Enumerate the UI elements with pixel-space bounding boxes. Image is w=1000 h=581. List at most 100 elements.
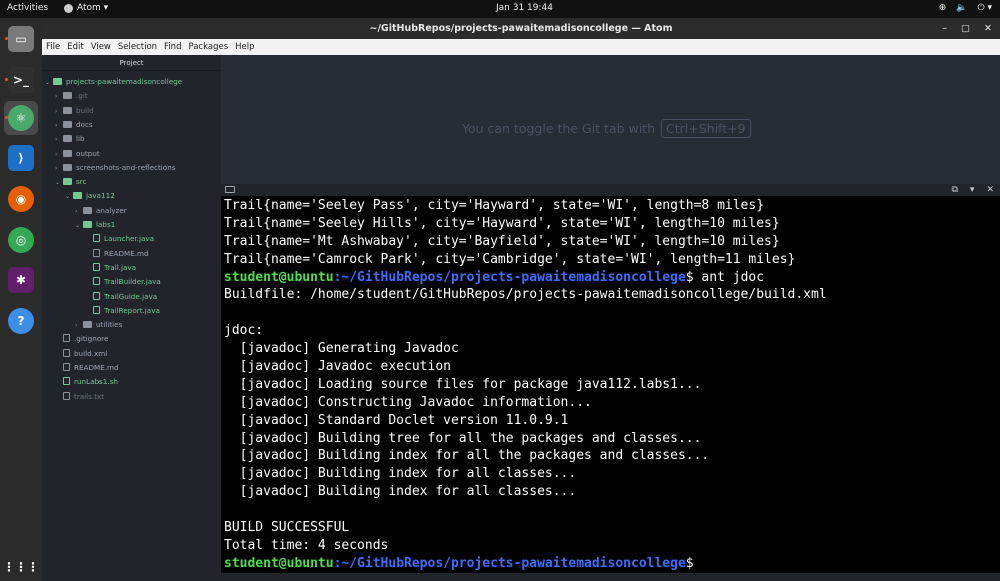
atom-icon: ⚛: [8, 105, 34, 131]
tree-file-item[interactable]: TrailBuilder.java: [42, 275, 221, 289]
tree-item-label: build: [76, 105, 94, 115]
tree-folder-item[interactable]: ⌄ java112: [42, 189, 221, 203]
dock-item-chrome[interactable]: ◎: [4, 223, 38, 257]
close-button[interactable]: ✕: [984, 18, 992, 39]
terminal-maximize-icon[interactable]: ⧉: [951, 184, 957, 196]
folder-icon: [63, 163, 72, 171]
menu-find[interactable]: Find: [164, 39, 181, 55]
terminal-line: Trail{name='Seeley Hills', city='Hayward…: [224, 215, 997, 233]
git-dock-pane: You can toggle the Git tab with Ctrl+Shi…: [221, 55, 1000, 184]
terminal-line: BUILD SUCCESSFUL: [224, 519, 997, 537]
chevron-down-icon: ⌄: [65, 193, 71, 201]
menu-bar: File Edit View Selection Find Packages H…: [42, 39, 1000, 55]
tree-item-label: README.md: [104, 248, 149, 258]
tree-folder-item[interactable]: › lib: [42, 132, 221, 146]
terminal-hide-icon[interactable]: ▾: [970, 184, 975, 196]
tree-folder-item[interactable]: › docs: [42, 118, 221, 132]
terminal-line: Trail{name='Seeley Pass', city='Hayward'…: [224, 197, 997, 215]
dock-item-show-apps[interactable]: ⋮⋮⋮: [3, 550, 39, 581]
network-icon[interactable]: ⊕: [939, 3, 947, 13]
tree-item-label: Launcher.java: [104, 234, 155, 244]
terminal-icon: >_: [8, 67, 34, 93]
terminal-output[interactable]: Trail{name='Seeley Pass', city='Hayward'…: [221, 196, 1000, 581]
folder-icon: [73, 192, 82, 200]
dock-item-vscode[interactable]: ⟩: [4, 141, 38, 175]
dock-item-files[interactable]: ▭: [4, 22, 38, 56]
tree-folder-item[interactable]: › .git: [42, 89, 221, 103]
folder-icon: [63, 92, 72, 100]
chevron-right-icon: ›: [55, 136, 58, 144]
tree-folder-item[interactable]: ⌄ labs1: [42, 218, 221, 232]
tree-item-label: TrailReport.java: [104, 305, 160, 315]
tree-file-item[interactable]: README.md: [42, 361, 221, 375]
tree-folder-item[interactable]: › output: [42, 147, 221, 161]
file-icon: [63, 391, 70, 400]
menu-help[interactable]: Help: [235, 39, 254, 55]
tree-item-label: screenshots-and-reflections: [76, 162, 176, 172]
terminal-close-icon[interactable]: ✕: [986, 184, 994, 196]
tree-file-item[interactable]: TrailReport.java: [42, 304, 221, 318]
terminal-line: student@ubuntu:~/GitHubRepos/projects-pa…: [224, 269, 997, 287]
power-menu-icon[interactable]: ⏻ ▾: [978, 3, 993, 13]
terminal-output-text: [javadoc] Generating Javadoc: [224, 341, 459, 357]
top-bar: Activities Atom ▾ Jan 31 19:44 ⊕ 🔈 ⏻ ▾: [0, 0, 1000, 18]
tree-file-item[interactable]: README.md: [42, 247, 221, 261]
terminal-line: [javadoc] Constructing Javadoc informati…: [224, 394, 997, 412]
volume-icon[interactable]: 🔈: [956, 3, 967, 13]
tree-item-label: analyzer: [96, 205, 127, 215]
dock-item-help[interactable]: ?: [4, 304, 38, 338]
tree-folder-item[interactable]: › utilities: [42, 318, 221, 332]
chrome-icon: ◎: [8, 227, 34, 253]
tree-folder-item[interactable]: ⌄ projects-pawaitemadisoncollege: [42, 75, 221, 89]
chevron-down-icon: ⌄: [55, 179, 61, 187]
project-tree-panel: Project ⌄ projects-pawaitemadisoncollege ›…: [42, 55, 221, 581]
terminal-output-text: Trail{name='Camrock Park', city='Cambrid…: [224, 251, 796, 267]
terminal-output-text: Trail{name='Seeley Pass', city='Hayward'…: [224, 198, 765, 213]
folder-icon: [63, 135, 72, 143]
menu-view[interactable]: View: [91, 39, 111, 55]
vscode-icon: ⟩: [8, 145, 34, 171]
tree-item-label: java112: [86, 191, 115, 201]
dock-item-atom[interactable]: ⚛: [4, 101, 38, 135]
maximize-button[interactable]: ▢: [961, 18, 970, 39]
tree-item-label: labs1: [96, 220, 116, 229]
tree-file-item[interactable]: Launcher.java: [42, 232, 221, 246]
tree-file-item[interactable]: build.xml: [42, 347, 221, 361]
tree-file-item[interactable]: Trail.java: [42, 261, 221, 275]
activities-button[interactable]: Activities: [7, 3, 48, 13]
git-shortcut-key: Ctrl+Shift+9: [661, 119, 751, 138]
terminal-line: [javadoc] Generating Javadoc: [224, 340, 997, 358]
file-icon: [93, 305, 100, 314]
system-tray[interactable]: ⊕ 🔈 ⏻ ▾: [939, 3, 992, 13]
dock-item-terminal[interactable]: >_: [4, 63, 38, 97]
menu-selection[interactable]: Selection: [118, 39, 157, 55]
tree-file-item[interactable]: .gitignore: [42, 332, 221, 346]
terminal-tab-icon[interactable]: [225, 186, 235, 193]
chevron-right-icon: ›: [55, 107, 58, 115]
terminal-line: student@ubuntu:~/GitHubRepos/projects-pa…: [224, 555, 997, 573]
chevron-right-icon: ›: [55, 93, 58, 101]
dock-item-slack[interactable]: ✱: [4, 263, 38, 297]
minimize-button[interactable]: –: [942, 18, 947, 39]
tree-folder-item[interactable]: › analyzer: [42, 204, 221, 218]
tree-folder-item[interactable]: › build: [42, 104, 221, 118]
tree-file-item[interactable]: runLabs1.sh: [42, 375, 221, 389]
window-titlebar: ~/GitHubRepos/projects-pawaitemadisoncol…: [42, 18, 1000, 39]
tree-item-label: lib: [76, 134, 85, 144]
tree-file-item[interactable]: trails.txt: [42, 390, 221, 404]
app-menu[interactable]: Atom ▾: [64, 3, 108, 13]
menu-edit[interactable]: Edit: [67, 39, 83, 55]
tree-item-label: TrailGuide.java: [104, 291, 158, 301]
tree-folder-item[interactable]: › screenshots-and-reflections: [42, 161, 221, 175]
terminal-output-text: BUILD SUCCESSFUL: [224, 520, 350, 536]
tree-file-item[interactable]: TrailGuide.java: [42, 290, 221, 304]
terminal-line: jdoc:: [224, 322, 997, 340]
file-icon: [93, 234, 100, 243]
menu-file[interactable]: File: [46, 39, 60, 55]
dock-item-firefox[interactable]: ◉: [4, 182, 38, 216]
clock[interactable]: Jan 31 19:44: [496, 3, 553, 13]
menu-packages[interactable]: Packages: [188, 39, 228, 55]
tree-folder-item[interactable]: ⌄ src: [42, 175, 221, 189]
folder-icon: [83, 206, 92, 214]
folder-icon: [63, 149, 72, 157]
